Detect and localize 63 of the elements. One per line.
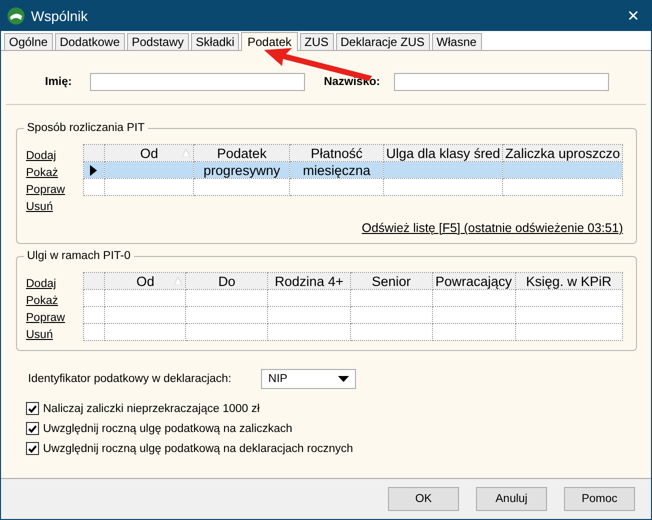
column-header[interactable]: Powracający xyxy=(432,272,516,290)
row-indicator-cell[interactable] xyxy=(84,162,104,178)
checkbox[interactable] xyxy=(26,442,39,455)
group-title: Sposób rozliczania PIT xyxy=(26,122,146,134)
action-link[interactable]: Usuń xyxy=(26,327,65,344)
current-row-icon xyxy=(90,164,98,176)
tab[interactable]: Własne xyxy=(432,33,482,50)
tab[interactable]: Podstawy xyxy=(126,33,189,50)
column-header[interactable]: Podatek xyxy=(194,144,290,162)
column-header[interactable]: Rodzina 4+ xyxy=(268,272,350,290)
action-link[interactable]: Dodaj xyxy=(26,276,65,293)
action-link[interactable]: Usuń xyxy=(26,199,65,216)
window-title: Wspólnik xyxy=(31,8,88,24)
input-field[interactable] xyxy=(90,73,305,91)
action-link[interactable]: Popraw xyxy=(26,310,65,327)
column-header[interactable]: Od xyxy=(104,144,194,162)
column-header[interactable]: Senior xyxy=(350,272,432,290)
checkbox-label: Uwzględnij roczną ulgę podatkową na deklaracjach rocznych xyxy=(43,442,354,454)
sort-icon xyxy=(182,149,190,157)
tab[interactable]: Deklaracje ZUS xyxy=(336,33,430,50)
row-indicator-cell[interactable] xyxy=(84,178,104,196)
app-logo-icon xyxy=(7,6,25,24)
row-indicator-cell[interactable] xyxy=(84,290,105,306)
column-header[interactable]: Zaliczka uproszczo xyxy=(502,144,622,162)
row-indicator-cell[interactable] xyxy=(84,324,105,340)
tab[interactable]: Dodatkowe xyxy=(54,33,125,50)
table-cell: progresywny xyxy=(194,162,290,178)
column-header[interactable]: Od xyxy=(104,272,186,290)
tab[interactable]: Ogólne xyxy=(4,33,53,50)
checkbox[interactable] xyxy=(26,402,39,415)
close-button[interactable]: ✕ xyxy=(623,4,644,26)
tab[interactable]: Podatek xyxy=(241,32,298,51)
column-header[interactable]: Do xyxy=(186,272,268,290)
tab[interactable]: ZUS xyxy=(300,33,334,50)
column-header[interactable]: Ulga dla klasy śred xyxy=(384,144,503,162)
field-label: Nazwisko: xyxy=(324,76,380,88)
dialog-button[interactable]: Pomoc xyxy=(564,487,635,511)
action-link[interactable]: Pokaż xyxy=(26,165,65,182)
data-grid[interactable]: Od Podatek Płatność Ulga dla klasy śred Zaliczka uproszczo progresywny miesięczna xyxy=(83,144,623,196)
action-link[interactable]: Pokaż xyxy=(26,293,65,310)
action-link[interactable]: Popraw xyxy=(26,182,65,199)
field-label: Identyfikator podatkowy w deklaracjach: xyxy=(28,373,232,385)
action-link[interactable]: Dodaj xyxy=(26,148,65,165)
column-header[interactable]: Księg. w KPiR xyxy=(515,272,622,290)
checkbox-label: Uwzględnij roczną ulgę podatkową na zaliczkach xyxy=(43,422,292,434)
grid-corner-cell xyxy=(84,144,104,162)
checkbox[interactable] xyxy=(26,422,39,435)
refresh-link[interactable]: Odśwież listę [F5] (ostatnie odświeżenie 03:51) xyxy=(362,221,623,235)
group-title: Ulgi w ramach PIT-0 xyxy=(26,250,132,262)
column-header[interactable]: Płatność xyxy=(290,144,384,162)
caret-icon xyxy=(338,376,350,382)
field-label: Imię: xyxy=(45,76,72,88)
sort-icon xyxy=(174,277,182,285)
tab[interactable]: Składki xyxy=(190,33,240,50)
dialog-button[interactable]: OK xyxy=(388,487,459,511)
input-field[interactable] xyxy=(394,73,610,91)
checkbox-label: Naliczaj zaliczki nieprzekraczające 1000 zł xyxy=(43,402,260,414)
table-cell: miesięczna xyxy=(290,162,384,178)
data-grid[interactable]: Od Do Rodzina 4+ Senior Powracający Księg. w KPiR xyxy=(83,272,623,341)
row-indicator-cell[interactable] xyxy=(84,306,105,324)
dropdown[interactable]: NIP xyxy=(261,369,356,389)
dialog-button[interactable]: Anuluj xyxy=(476,487,547,511)
grid-corner-cell xyxy=(84,272,105,290)
